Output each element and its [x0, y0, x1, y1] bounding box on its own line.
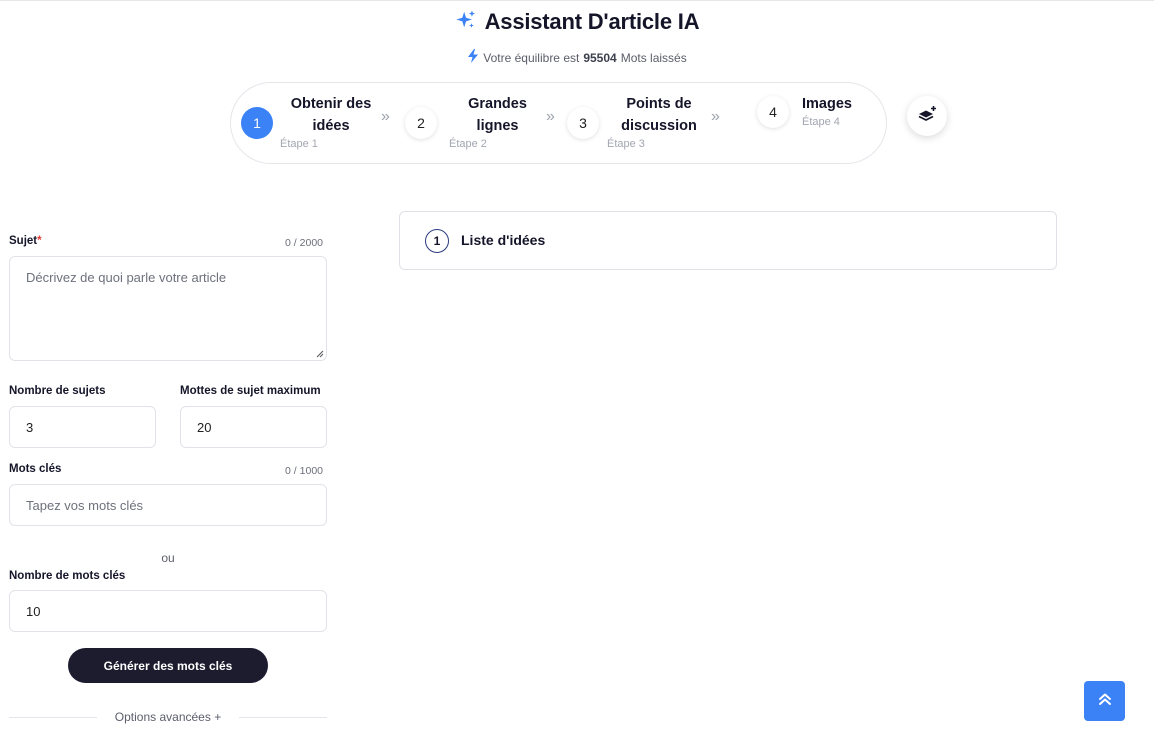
subject-counter: 0 / 2000: [285, 237, 323, 249]
step-4-title[interactable]: Images: [802, 93, 852, 115]
advanced-options-toggle[interactable]: Options avancées +: [98, 710, 238, 724]
keywords-label: Mots clés: [9, 463, 62, 475]
keywords-input[interactable]: Tapez vos mots clés: [9, 484, 327, 526]
ideas-list-card[interactable]: 1 Liste d'idées: [399, 211, 1057, 270]
bolt-icon: [467, 49, 479, 66]
keyword-count-label: Nombre de mots clés: [9, 570, 126, 582]
step-1-title-line2: idées: [312, 118, 350, 134]
step-3-title[interactable]: Points de discussion: [608, 93, 710, 137]
topic-count-label: Nombre de sujets: [9, 385, 106, 397]
step-4-subtitle: Étape 4: [802, 116, 840, 128]
balance-suffix: Mots laissés: [620, 50, 687, 65]
subject-label-text: Sujet: [9, 235, 38, 247]
resize-handle-icon[interactable]: [316, 350, 324, 358]
step-3-title-line2: discussion: [621, 118, 697, 134]
subject-placeholder: Décrivez de quoi parle votre article: [26, 270, 227, 285]
step-2-title-line2: lignes: [476, 118, 519, 134]
subject-textarea[interactable]: Décrivez de quoi parle votre article: [9, 256, 327, 361]
required-mark: *: [37, 235, 42, 247]
subject-label: Sujet*: [9, 235, 42, 247]
step-4-number[interactable]: 4: [757, 96, 789, 128]
divider-right: [239, 717, 327, 718]
step-1-title-line1: Obtenir des: [290, 96, 372, 112]
topic-count-input[interactable]: 3: [9, 406, 156, 448]
double-chevron-right-icon: »: [381, 108, 390, 125]
max-topic-words-label: Mottes de sujet maximum: [180, 385, 321, 397]
word-balance: Votre équilibre est 95504 Mots laissés: [0, 49, 1154, 66]
double-chevron-up-icon: [1097, 691, 1113, 712]
page-title: Assistant D'article IA: [484, 9, 700, 34]
generate-keywords-button[interactable]: Générer des mots clés: [68, 648, 268, 683]
step-3-title-line1: Points de: [626, 96, 692, 112]
step-2-title-line1: Grandes: [468, 96, 527, 112]
step-2-subtitle: Étape 2: [449, 138, 487, 150]
step-3-subtitle: Étape 3: [607, 138, 645, 150]
page-header: Assistant D'article IA Votre équilibre e…: [0, 8, 1154, 66]
step-3-number[interactable]: 3: [567, 107, 599, 139]
top-border: [0, 0, 1154, 1]
ideas-list-number: 1: [425, 229, 449, 253]
layers-plus-icon: [917, 105, 937, 128]
keywords-counter: 0 / 1000: [285, 465, 323, 477]
max-topic-words-input[interactable]: 20: [180, 406, 327, 448]
keyword-count-input[interactable]: 10: [9, 590, 327, 632]
scroll-to-top-button[interactable]: [1084, 681, 1125, 721]
step-progress: 1 Obtenir des idées Étape 1 » 2 Grandes …: [230, 82, 887, 164]
step-2-title[interactable]: Grandes lignes: [451, 93, 544, 137]
step-1-title[interactable]: Obtenir des idées: [281, 93, 381, 137]
double-chevron-right-icon: »: [546, 108, 555, 125]
layers-plus-button[interactable]: [907, 96, 947, 136]
step-1-number[interactable]: 1: [241, 107, 273, 139]
title-row: Assistant D'article IA: [0, 8, 1154, 36]
or-separator: ou: [161, 551, 175, 565]
step-1-subtitle: Étape 1: [280, 138, 318, 150]
step-2-number[interactable]: 2: [405, 107, 437, 139]
sparkles-icon: [455, 9, 477, 36]
balance-value: 95504: [583, 50, 617, 65]
divider-left: [9, 717, 97, 718]
double-chevron-right-icon: »: [711, 108, 720, 125]
ideas-list-title: Liste d'idées: [461, 232, 546, 248]
balance-prefix: Votre équilibre est: [483, 50, 580, 65]
